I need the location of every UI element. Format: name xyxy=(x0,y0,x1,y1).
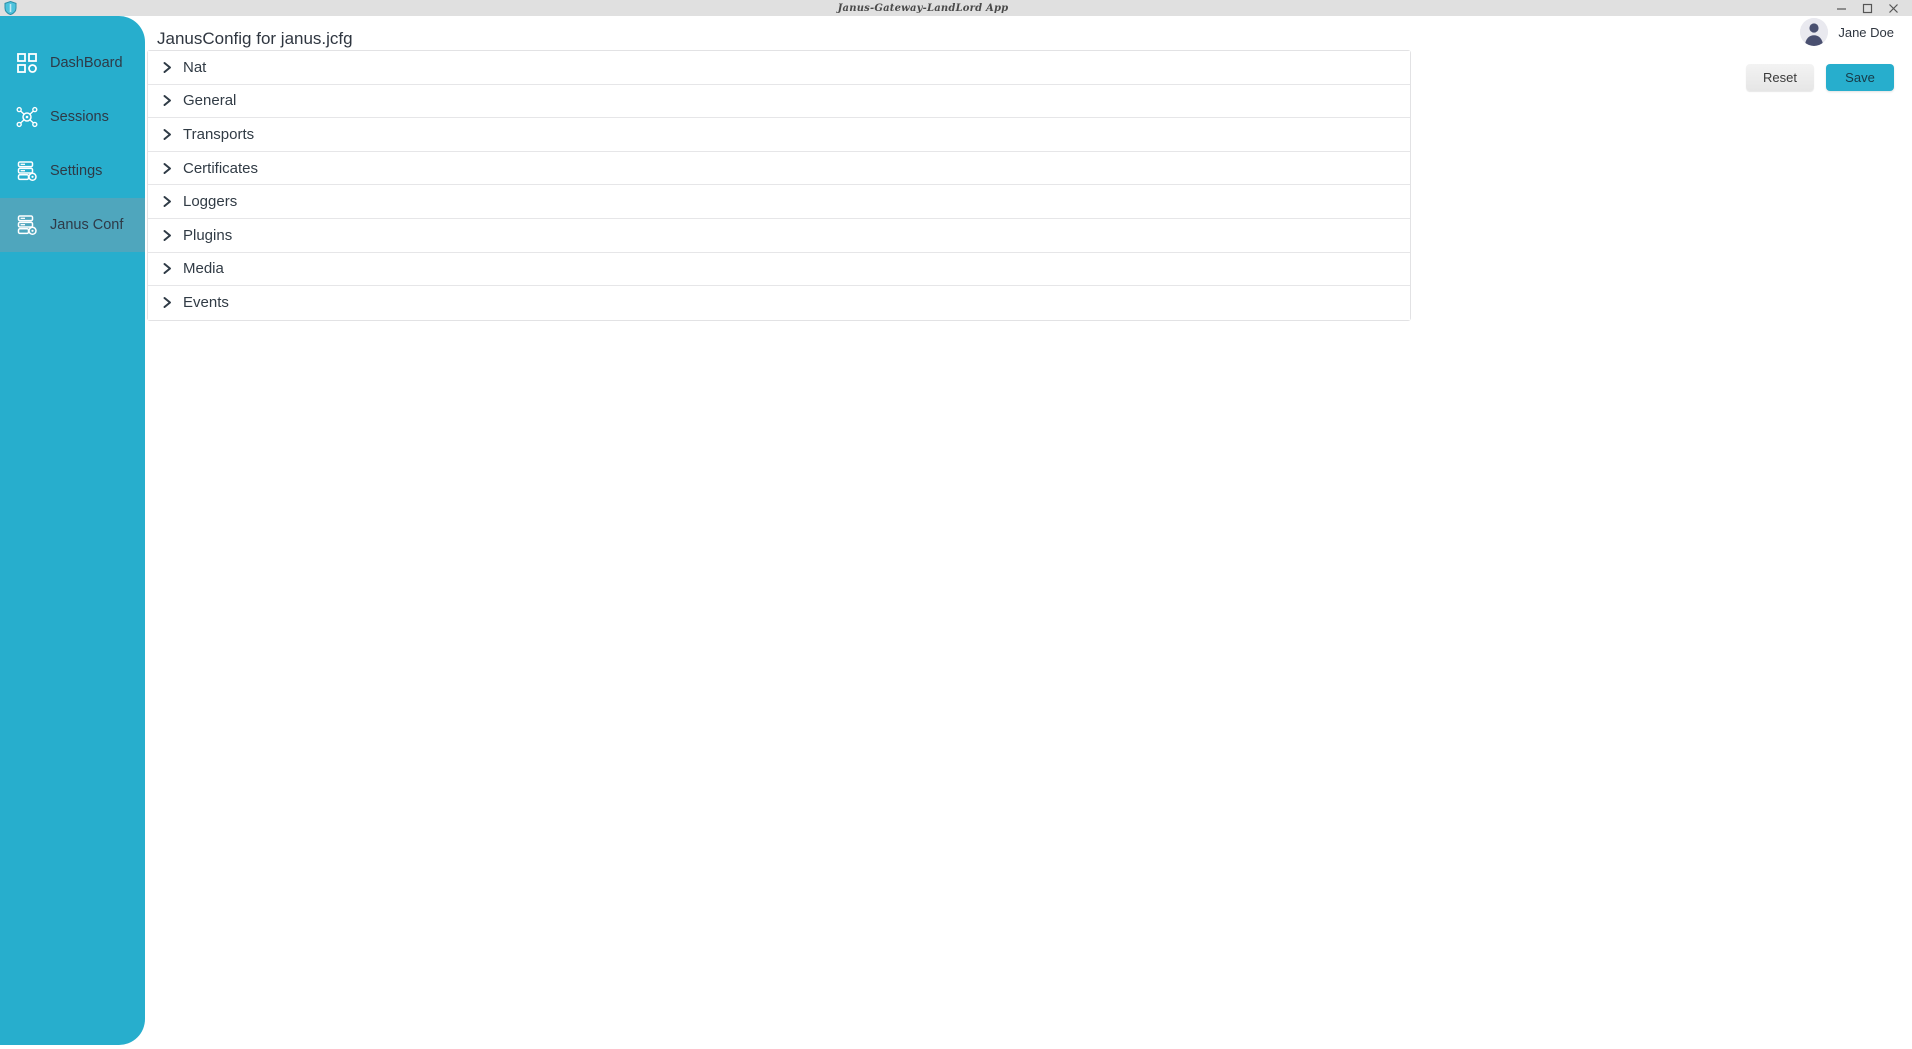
close-button[interactable] xyxy=(1880,0,1906,16)
window-controls xyxy=(1828,0,1906,16)
accordion-section-label: Plugins xyxy=(183,226,233,244)
sidebar-item-label: DashBoard xyxy=(50,55,123,71)
chevron-right-icon xyxy=(161,162,174,175)
main-content: JanusConfig for janus.jcfg Jane Doe Rese… xyxy=(145,16,1912,1049)
chevron-right-icon xyxy=(161,262,174,275)
accordion-section-label: Transports xyxy=(183,125,255,143)
sidebar-item-settings[interactable]: Settings xyxy=(0,144,145,198)
chevron-right-icon xyxy=(161,94,174,107)
accordion-section-label: Certificates xyxy=(183,159,259,177)
accordion-section-media[interactable]: Media xyxy=(148,252,1410,287)
reset-button[interactable]: Reset xyxy=(1746,64,1814,91)
accordion-section-events[interactable]: Events xyxy=(148,286,1410,320)
accordion-section-transports[interactable]: Transports xyxy=(148,118,1410,152)
form-actions: Reset Save xyxy=(1746,64,1894,91)
sidebar-item-janus-conf[interactable]: Janus Conf xyxy=(0,198,145,252)
network-sessions-icon xyxy=(14,104,40,130)
sidebar-item-sessions[interactable]: Sessions xyxy=(0,90,145,144)
user-name: Jane Doe xyxy=(1838,24,1894,40)
chevron-right-icon xyxy=(161,195,174,208)
sidebar-item-label: Sessions xyxy=(50,109,109,125)
avatar xyxy=(1800,18,1829,46)
config-accordion: Nat General Transports Certificates Logg xyxy=(147,50,1411,321)
maximize-button[interactable] xyxy=(1854,0,1880,16)
accordion-section-label: Events xyxy=(183,294,229,312)
window-title: Janus-Gateway-LandLord App xyxy=(837,2,1009,14)
chevron-right-icon xyxy=(161,61,174,74)
minimize-button[interactable] xyxy=(1828,0,1854,16)
window-titlebar: Janus-Gateway-LandLord App xyxy=(0,0,1912,16)
accordion-section-label: Media xyxy=(183,260,224,278)
grid-dashboard-icon xyxy=(14,50,40,76)
server-gear-icon xyxy=(14,158,40,184)
sidebar: DashBoard Sessions Settings Janus Conf xyxy=(0,16,145,1045)
page-title: JanusConfig for janus.jcfg xyxy=(157,29,353,48)
save-button[interactable]: Save xyxy=(1826,64,1894,91)
chevron-right-icon xyxy=(161,128,174,141)
accordion-section-general[interactable]: General xyxy=(148,84,1410,119)
sidebar-item-label: Janus Conf xyxy=(50,217,124,233)
accordion-section-plugins[interactable]: Plugins xyxy=(148,218,1410,253)
accordion-section-loggers[interactable]: Loggers xyxy=(148,185,1410,219)
chevron-right-icon xyxy=(161,296,174,309)
accordion-section-nat[interactable]: Nat xyxy=(148,51,1410,85)
chevron-right-icon xyxy=(161,229,174,242)
sidebar-item-dashboard[interactable]: DashBoard xyxy=(0,36,145,90)
accordion-section-certificates[interactable]: Certificates xyxy=(148,151,1410,186)
shield-icon xyxy=(2,0,18,16)
server-config-icon xyxy=(14,212,40,238)
sidebar-item-label: Settings xyxy=(50,163,103,179)
accordion-section-label: Nat xyxy=(183,58,207,76)
accordion-section-label: General xyxy=(183,92,237,110)
user-menu[interactable]: Jane Doe xyxy=(1800,18,1894,46)
accordion-section-label: Loggers xyxy=(183,193,238,211)
